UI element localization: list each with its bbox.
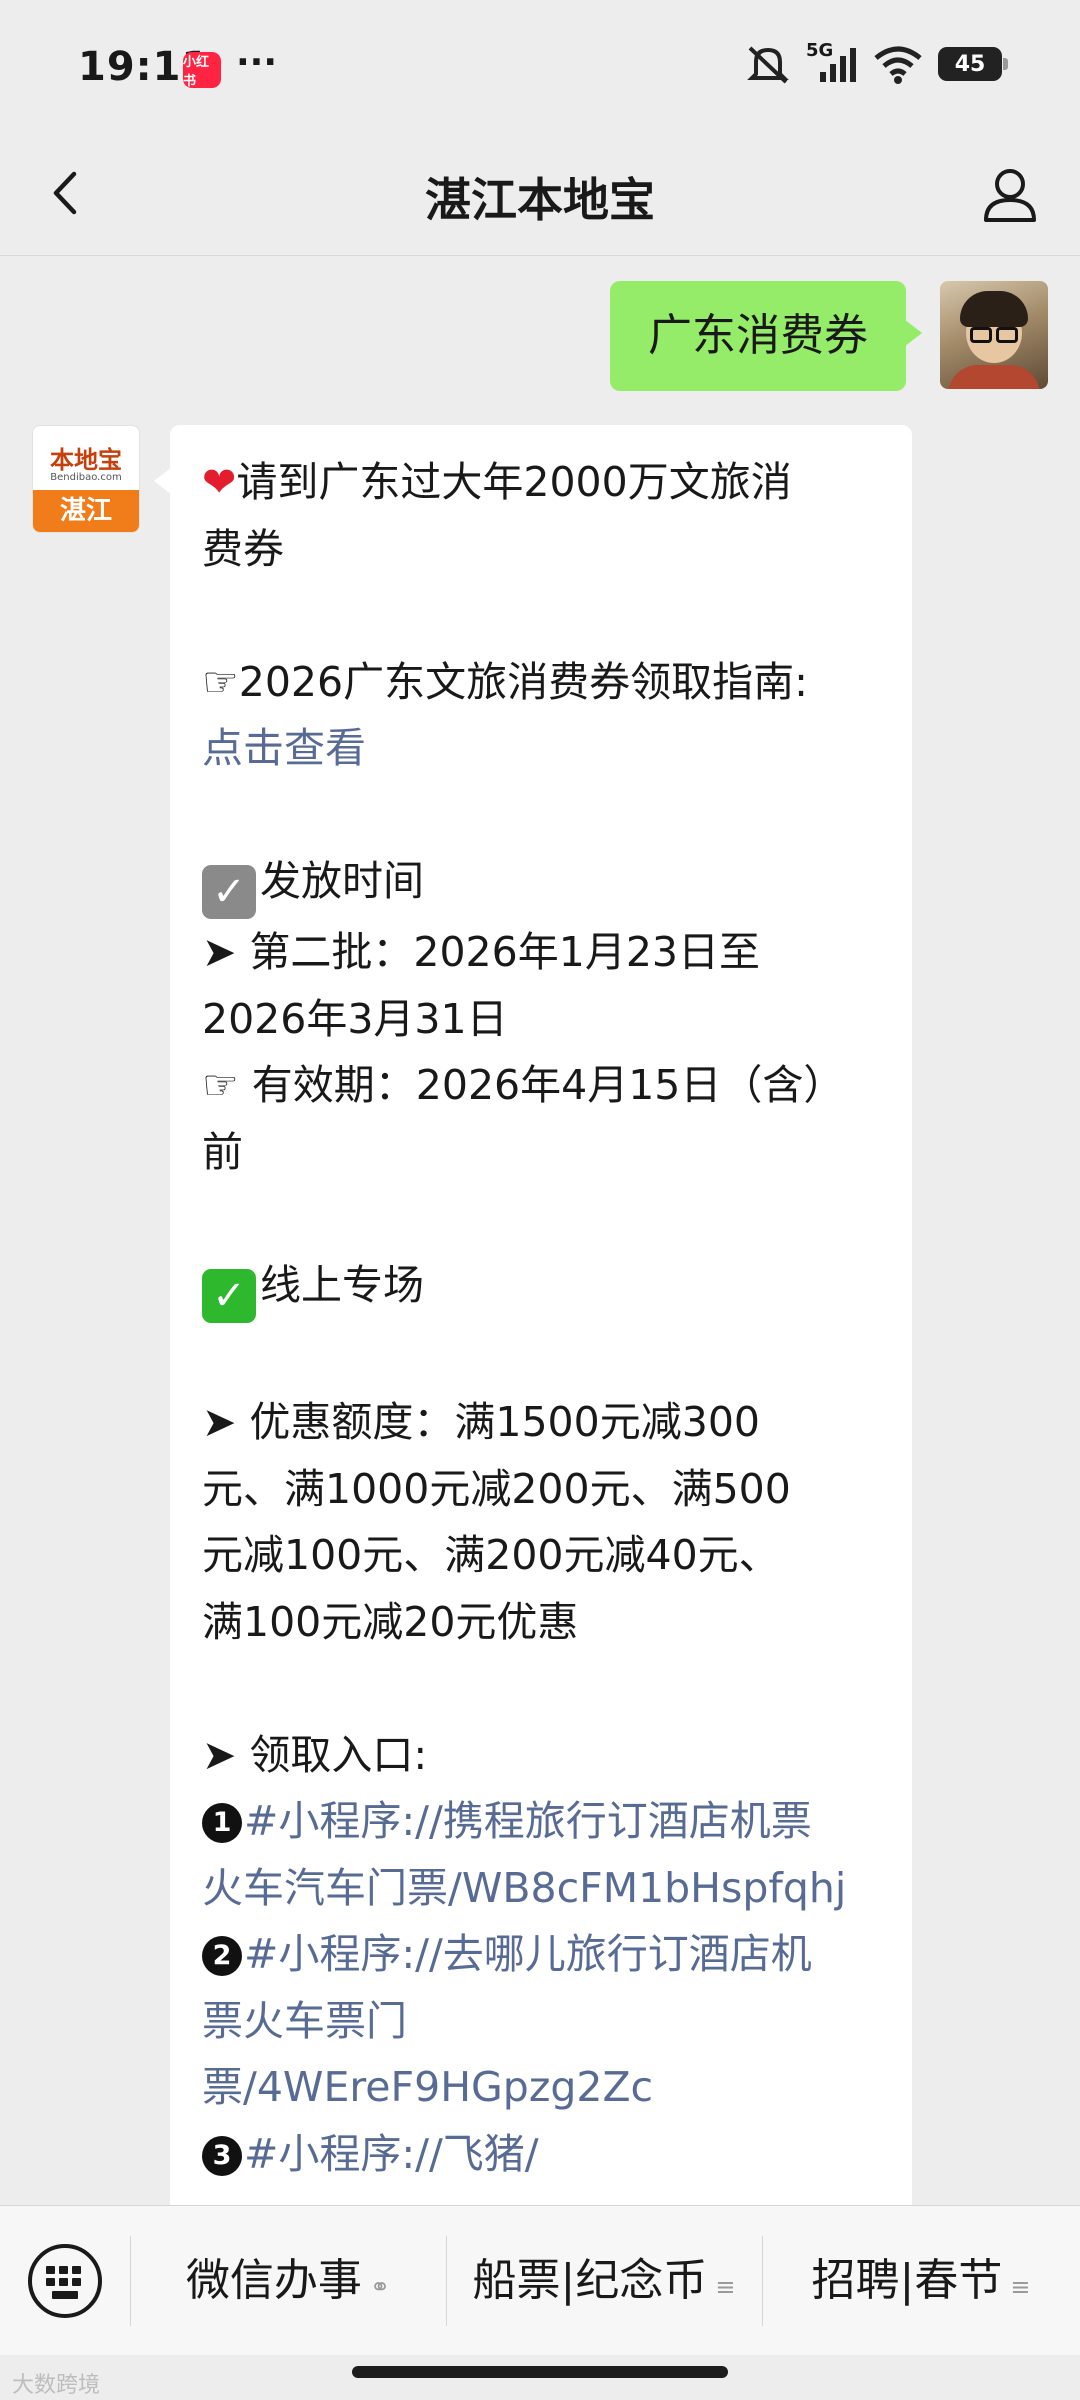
user-avatar[interactable] bbox=[940, 281, 1048, 389]
official-account-menu: 微信办事 ⚭ 船票|纪念币 ≡ 招聘|春节 ≡ bbox=[0, 2205, 1080, 2355]
menu-label: 招聘|春节 bbox=[811, 2255, 1003, 2306]
status-icons: 5G 45 bbox=[746, 40, 1008, 84]
chat-messages[interactable]: 广东消费券 本地宝 Bendibao.com 湛江 ❤请到广东过大年2000万文… bbox=[0, 257, 1080, 2205]
link-text[interactable]: #小程序://去哪儿旅行订酒店机 bbox=[244, 1930, 812, 1978]
menu-item-jobs-festival[interactable]: 招聘|春节 ≡ bbox=[762, 2206, 1080, 2356]
battery-level: 45 bbox=[954, 51, 986, 77]
avatar-logo-text: 本地宝 bbox=[50, 446, 122, 474]
mute-icon bbox=[747, 46, 789, 84]
link-icon: ⚭ bbox=[369, 2273, 391, 2301]
number-2-icon: 2 bbox=[202, 1936, 242, 1976]
menu-item-wechat-services[interactable]: 微信办事 ⚭ bbox=[130, 2206, 446, 2356]
home-indicator[interactable] bbox=[352, 2366, 728, 2378]
avatar-site-text: Bendibao.com bbox=[50, 472, 122, 483]
miniprogram-link-3[interactable]: 3 #小程序://飞猪/ bbox=[202, 2121, 880, 2188]
message-line: 元减100元、满200元减40元、 bbox=[202, 1531, 780, 1579]
bot-message-bubble[interactable]: ❤请到广东过大年2000万文旅消 费券 ☞2026广东文旅消费券领取指南: 点击… bbox=[154, 425, 912, 2205]
message-line: ✓ 线上专场 bbox=[202, 1252, 880, 1323]
xiaohongshu-notification-icon: 小红书 bbox=[183, 52, 221, 89]
check-mark-icon: ✓ bbox=[202, 1268, 256, 1323]
menu-label: 船票|纪念币 bbox=[472, 2255, 708, 2306]
message-line: 费券 bbox=[202, 524, 284, 573]
message-line: 元、满1000元减200元、满500 bbox=[202, 1464, 791, 1513]
watermark: 大数跨境 bbox=[12, 2373, 101, 2398]
message-text: 线上专场 bbox=[260, 1260, 424, 1309]
miniprogram-link-1-cont[interactable]: 火车汽车门票/WB8cFM1bHspfqhj bbox=[202, 1855, 880, 1922]
link-text[interactable]: #小程序://飞猪/ bbox=[244, 2130, 539, 2178]
menu-item-ferry-coins[interactable]: 船票|纪念币 ≡ bbox=[446, 2206, 762, 2356]
user-message-bubble[interactable]: 广东消费券 bbox=[610, 281, 922, 391]
submenu-icon: ≡ bbox=[715, 2273, 736, 2301]
wifi-icon bbox=[874, 46, 922, 84]
keyboard-icon[interactable] bbox=[28, 2244, 102, 2318]
message-line: 2026年3月31日 bbox=[202, 994, 508, 1043]
view-guide-link[interactable]: 点击查看 bbox=[202, 715, 880, 782]
chat-title: 湛江本地宝 bbox=[425, 173, 655, 227]
message-line: 前 bbox=[202, 1127, 243, 1176]
avatar-city-text: 湛江 bbox=[33, 490, 139, 532]
message-line: ➤ 优惠额度：满1500元减300 bbox=[202, 1398, 760, 1446]
link-text[interactable]: #小程序://携程旅行订酒店机票 bbox=[244, 1797, 812, 1845]
message-line: ☞ 有效期：2026年4月15日（含） bbox=[202, 1061, 845, 1109]
message-text: 发放时间 bbox=[260, 857, 424, 905]
heart-icon: ❤ bbox=[202, 458, 237, 506]
miniprogram-link-2-cont[interactable]: 票火车票门 bbox=[202, 1988, 880, 2055]
message-line: ➤ 领取入口: bbox=[202, 1730, 428, 1779]
message-text: 请到广东过大年2000万文旅消 bbox=[236, 458, 792, 506]
status-bar: 19:11 小红书 ··· 5G 45 bbox=[0, 0, 1080, 130]
battery-icon: 45 bbox=[938, 47, 1008, 81]
message-line: ✓ 发放时间 bbox=[202, 848, 880, 919]
number-1-icon: 1 bbox=[202, 1803, 242, 1843]
submenu-icon: ≡ bbox=[1010, 2273, 1031, 2301]
number-3-icon: 3 bbox=[202, 2135, 242, 2176]
message-line: ☞2026广东文旅消费券领取指南: bbox=[202, 657, 808, 706]
official-account-avatar[interactable]: 本地宝 Bendibao.com 湛江 bbox=[32, 425, 140, 533]
message-line: ❤请到广东过大年2000万文旅消 bbox=[202, 449, 880, 516]
signal-icon: 5G bbox=[806, 40, 858, 84]
message-line: 满100元减20元优惠 bbox=[202, 1597, 579, 1646]
checkbox-icon: ✓ bbox=[202, 865, 256, 919]
more-notifications-icon: ··· bbox=[236, 42, 278, 83]
miniprogram-link-2-cont[interactable]: 票/4WEreF9HGpzg2Zc bbox=[202, 2054, 880, 2121]
menu-label: 微信办事 bbox=[185, 2255, 362, 2306]
miniprogram-link-1[interactable]: 1 #小程序://携程旅行订酒店机票 bbox=[202, 1788, 880, 1855]
message-line: ➤ 第二批：2026年1月23日至 bbox=[202, 928, 760, 976]
chat-header: 湛江本地宝 bbox=[0, 130, 1080, 256]
profile-icon[interactable] bbox=[980, 164, 1040, 224]
miniprogram-link-2[interactable]: 2 #小程序://去哪儿旅行订酒店机 bbox=[202, 1921, 880, 1988]
